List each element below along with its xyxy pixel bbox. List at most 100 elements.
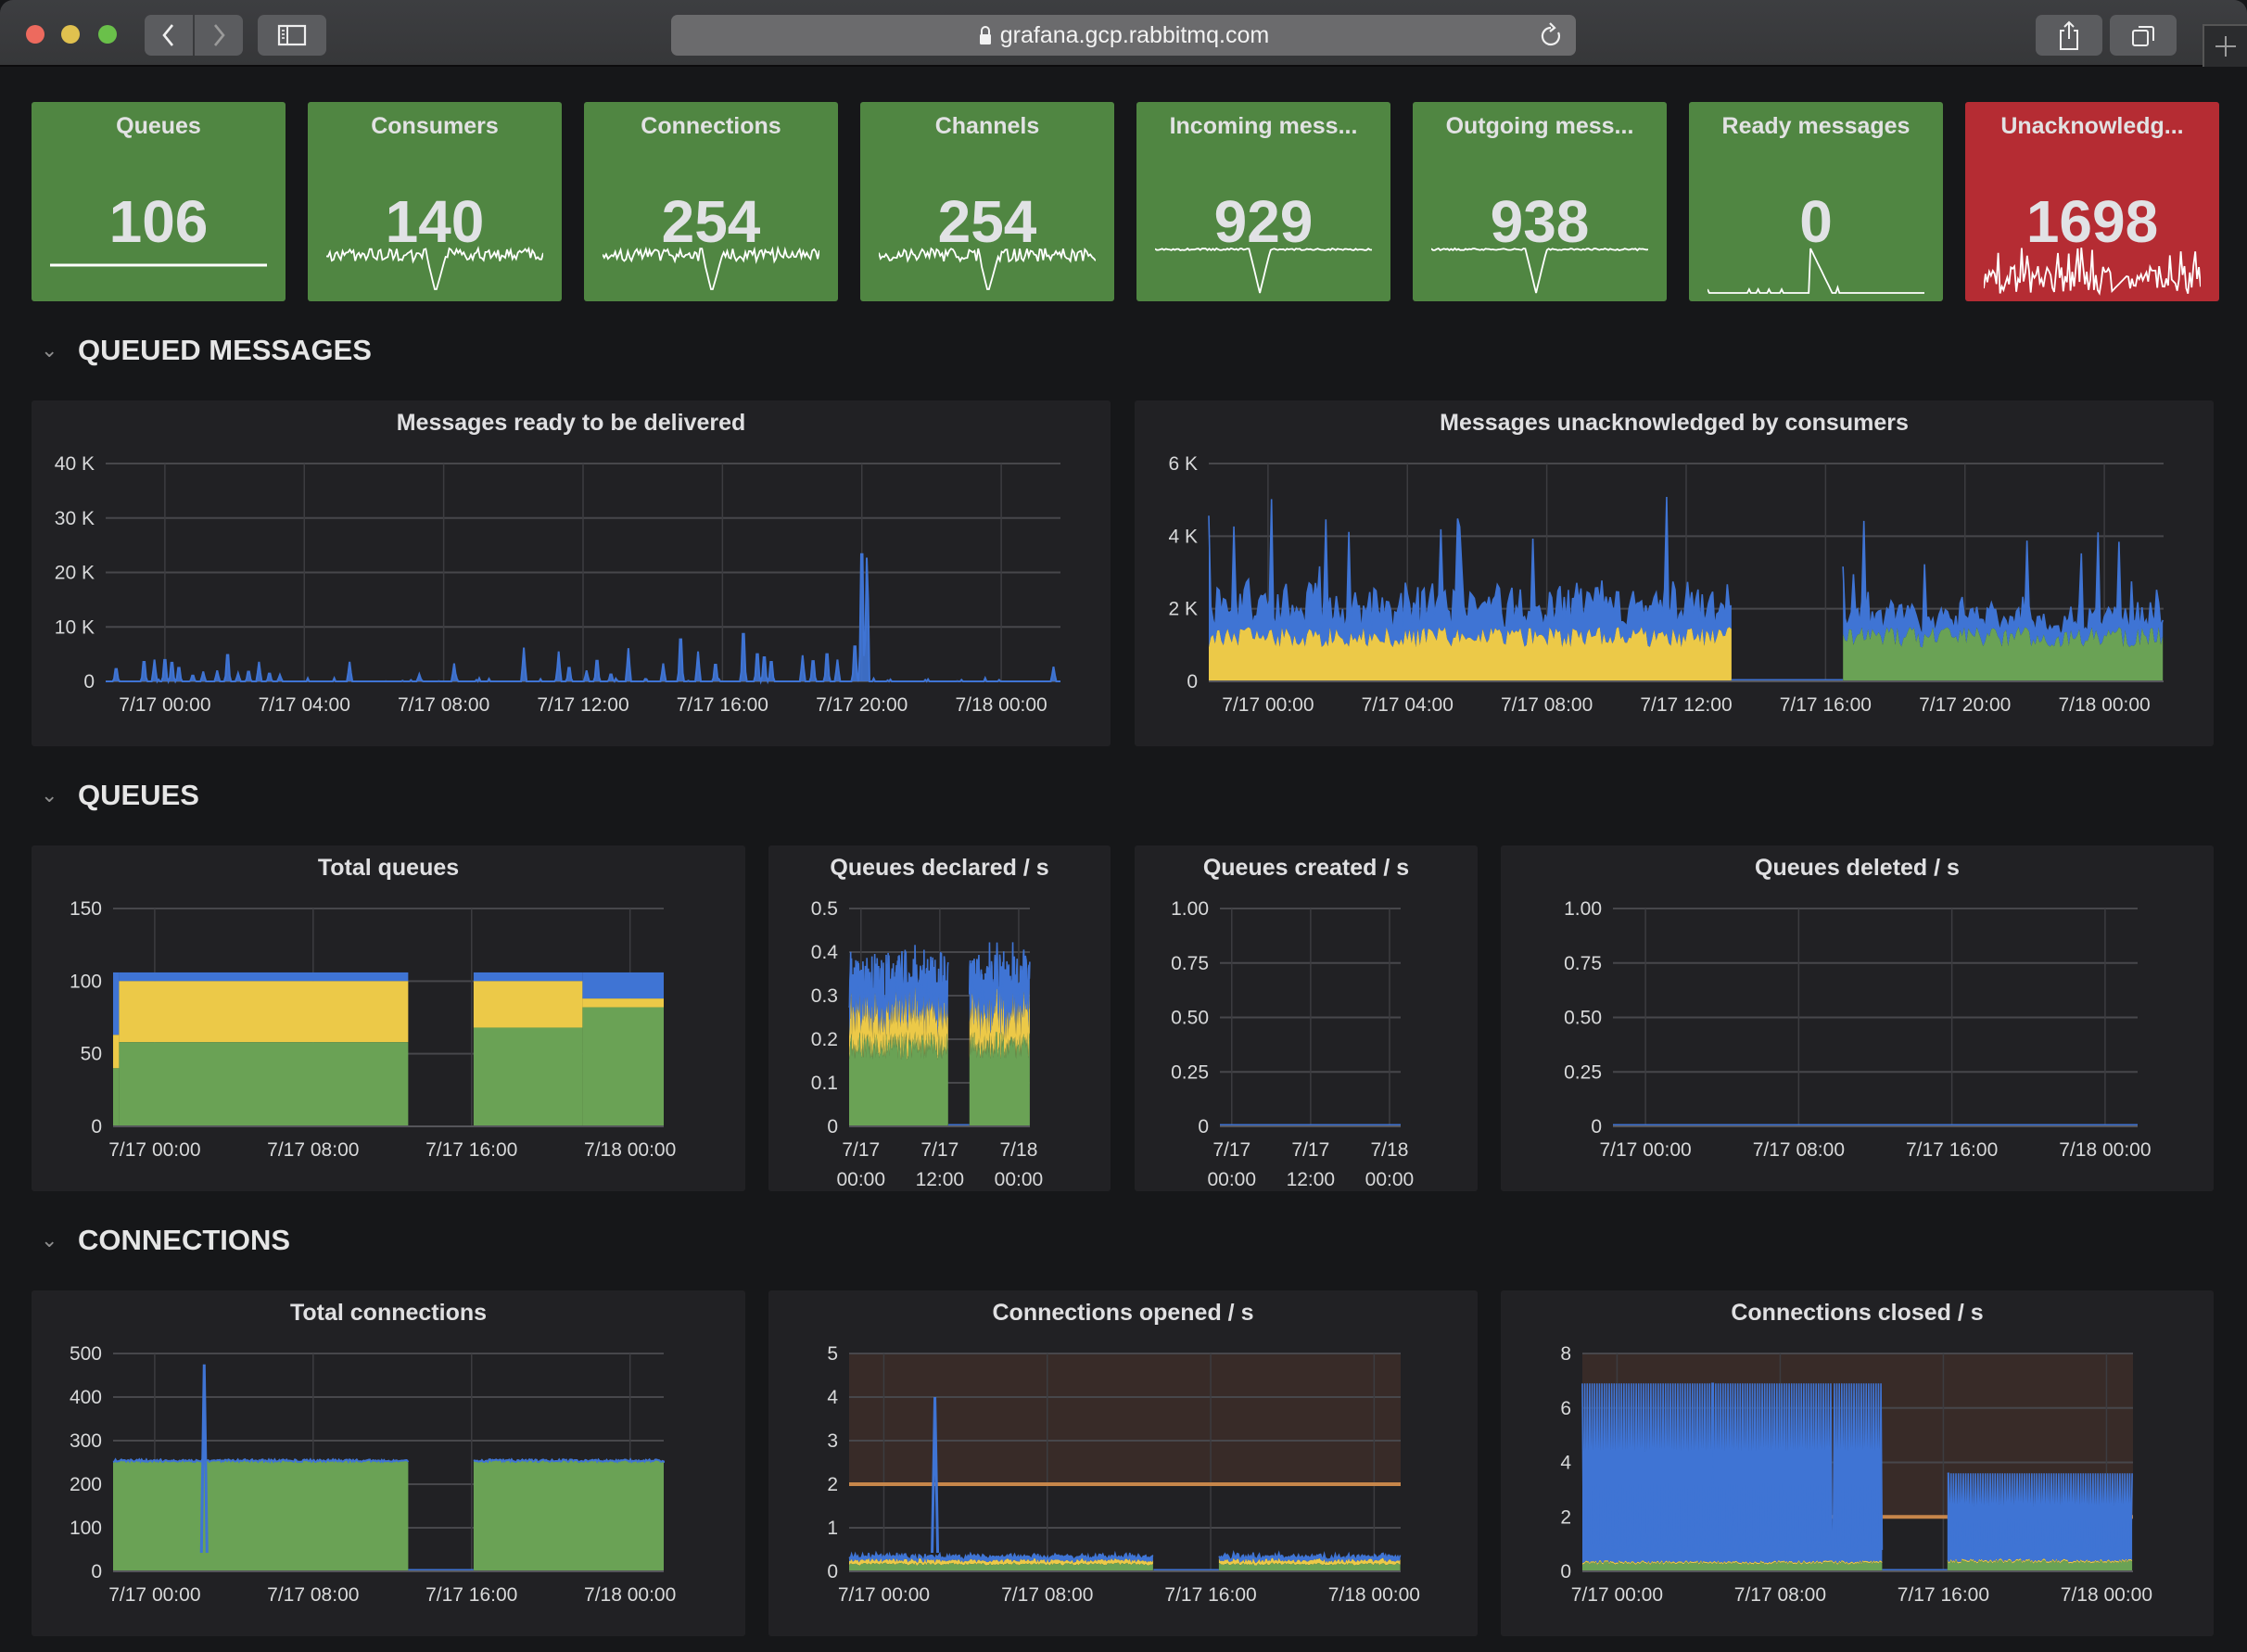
x-tick-label: 12:00 [916,1169,965,1190]
x-tick-label: 7/17 12:00 [537,694,628,716]
y-tick-label: 20 K [55,563,95,584]
sparkline [1431,247,1648,294]
stat-panel[interactable]: Channels 254 [860,102,1114,301]
y-tick-label: 0 [1187,671,1198,693]
chart-unacked[interactable]: 0 2 K 4 K 6 K 7/17 00:00 7/17 04:00 7/17 08:00… [1135,400,2214,746]
minimize-window-button[interactable] [61,25,80,44]
stat-panel[interactable]: Incoming mess... 929 [1136,102,1390,301]
sparkline-path [1984,248,2201,296]
panel-connections-opened[interactable]: Connections opened / s 0 1 2 3 4 5 7/17 00:00 7… [768,1290,1478,1636]
sparkline [1984,248,2201,296]
share-button[interactable] [2036,15,2102,56]
chart-connections-closed[interactable]: 0 2 4 6 8 7/17 00:00 7/17 08:00 7/17 16:00 7/18 … [1501,1290,2214,1636]
back-button[interactable] [145,15,193,56]
y-tick-label: 0 [91,1561,102,1582]
panel-connections-closed[interactable]: Connections closed / s 0 2 4 6 8 7/17 00:00 7/… [1501,1290,2214,1636]
x-tick-label: 00:00 [1365,1169,1415,1190]
x-tick-label: 7/18 00:00 [2061,1584,2152,1606]
sparkline [1707,248,1924,294]
x-tick-label: 7/17 08:00 [1753,1139,1845,1161]
browser-titlebar: grafana.gcp.rabbitmq.com [0,0,2247,67]
y-tick-label: 0 [827,1561,838,1582]
row-title: CONNECTIONS [78,1224,291,1256]
x-tick-label: 7/17 00:00 [1599,1139,1691,1161]
reload-icon[interactable] [1539,22,1563,48]
series-yellow-area [119,981,409,1043]
chevron-right-icon [213,24,225,46]
address-bar[interactable]: grafana.gcp.rabbitmq.com [671,15,1576,56]
panel-queues-deleted[interactable]: Queues deleted / s 0 0.25 0.50 0.75 1.00 7/17… [1501,845,2214,1191]
stat-panel[interactable]: Consumers 140 [308,102,562,301]
sparkline [326,246,543,290]
x-tick-label: 7/18 00:00 [2058,694,2150,716]
chart-total-connections[interactable]: 0 100 200 300 400 500 7/17 00:00 7/17 08:00 7/17… [32,1290,745,1636]
chart-queues-created[interactable]: 0 0.25 0.50 0.75 1.00 7/17 00:00 7/17 12:00 7/18 0… [1135,845,1478,1191]
y-tick-label: 10 K [55,616,95,638]
x-tick-label: 7/18 00:00 [955,694,1047,716]
sparkline-path [326,246,543,290]
x-tick-label: 00:00 [1207,1169,1256,1190]
y-tick-label: 1.00 [1564,898,1602,920]
new-tab-button[interactable] [2203,24,2247,67]
panel-total-connections[interactable]: Total connections 0 100 200 300 400 500 7/17 0… [32,1290,745,1636]
x-tick-label: 7/17 00:00 [1222,694,1314,716]
forward-button[interactable] [195,15,243,56]
chevron-down-icon[interactable]: ⌄ [41,1228,65,1252]
y-tick-label: 0 [91,1116,102,1137]
chevron-left-icon [162,24,174,46]
x-tick-label: 7/17 16:00 [425,1584,517,1606]
chart-total-queues[interactable]: 0 50 100 150 7/17 00:00 7/17 08:00 7/17 16:00 7… [32,845,745,1191]
row-header-queues[interactable]: ⌄ QUEUES [41,779,199,812]
y-tick-label: 200 [70,1474,102,1495]
x-tick-label: 7/17 [842,1139,880,1161]
y-tick-label: 6 K [1168,453,1198,475]
stat-panel[interactable]: Ready messages 0 [1689,102,1943,301]
y-tick-label: 2 [827,1474,838,1495]
stat-panel[interactable]: Outgoing mess... 938 [1413,102,1667,301]
x-tick-label: 7/17 16:00 [425,1139,517,1161]
y-tick-label: 400 [70,1387,102,1408]
x-tick-label: 7/17 20:00 [816,694,908,716]
maximize-window-button[interactable] [98,25,117,44]
y-tick-label: 4 [827,1387,838,1408]
chart-connections-opened[interactable]: 0 1 2 3 4 5 7/17 00:00 7/17 08:00 7/17 16:00 7/18… [768,1290,1478,1636]
plus-icon [2215,36,2236,57]
series-blue-line [112,1457,410,1464]
share-icon [2060,20,2078,50]
stat-panel[interactable]: Queues 106 [32,102,286,301]
chart-queues-deleted[interactable]: 0 0.25 0.50 0.75 1.00 7/17 00:00 7/17 08:00 7/1… [1501,845,2214,1191]
stat-title: Consumers [371,113,499,139]
x-tick-label: 7/18 [1371,1139,1409,1161]
y-tick-label: 100 [70,1518,102,1539]
stat-title: Connections [641,113,781,139]
y-tick-label: 1.00 [1171,898,1209,920]
tabs-overview-button[interactable] [2110,15,2177,56]
series-yellow-area [473,981,583,1028]
y-tick-label: 150 [70,898,102,920]
close-window-button[interactable] [26,25,44,44]
chevron-down-icon[interactable]: ⌄ [41,783,65,807]
sidebar-toggle-button[interactable] [258,15,326,56]
sparkline-path [603,245,819,290]
x-tick-label: 7/17 20:00 [1919,694,2011,716]
sidebar-icon [277,24,307,46]
chart-queues-declared[interactable]: 0 0.1 0.2 0.3 0.4 0.5 7/17 00:00 7/17 12:00 7/18 00… [768,845,1111,1191]
panel-messages-ready[interactable]: Messages ready to be delivered 0 10 K 20 K… [32,400,1111,746]
chevron-down-icon[interactable]: ⌄ [41,338,65,362]
y-tick-label: 500 [70,1343,102,1365]
row-header-queued-messages[interactable]: ⌄ QUEUED MESSAGES [41,334,372,367]
x-tick-label: 7/17 00:00 [108,1584,200,1606]
y-tick-label: 0.25 [1171,1061,1209,1083]
panel-total-queues[interactable]: Total queues 0 50 100 150 7/17 00:00 7/17 08:… [32,845,745,1191]
chart-ready[interactable]: 0 10 K 20 K 30 K 40 K 7/17 00:00 7/17 04:00 7/1… [32,400,1111,746]
series-yellow-area [113,1035,120,1069]
x-tick-label: 7/17 00:00 [119,694,210,716]
panel-queues-created[interactable]: Queues created / s 0 0.25 0.50 0.75 1.00 7/17… [1135,845,1478,1191]
stat-panel[interactable]: Connections 254 [584,102,838,301]
series-blue-line [1947,1472,2133,1557]
panel-queues-declared[interactable]: Queues declared / s 0 0.1 0.2 0.3 0.4 0.5 7/17… [768,845,1111,1191]
panel-messages-unacknowledged[interactable]: Messages unacknowledged by consumers 02 … [1135,400,2214,746]
stat-panel[interactable]: Unacknowledg... 1698 [1965,102,2219,301]
row-header-connections[interactable]: ⌄ CONNECTIONS [41,1224,290,1257]
x-tick-label: 7/18 00:00 [2059,1139,2151,1161]
